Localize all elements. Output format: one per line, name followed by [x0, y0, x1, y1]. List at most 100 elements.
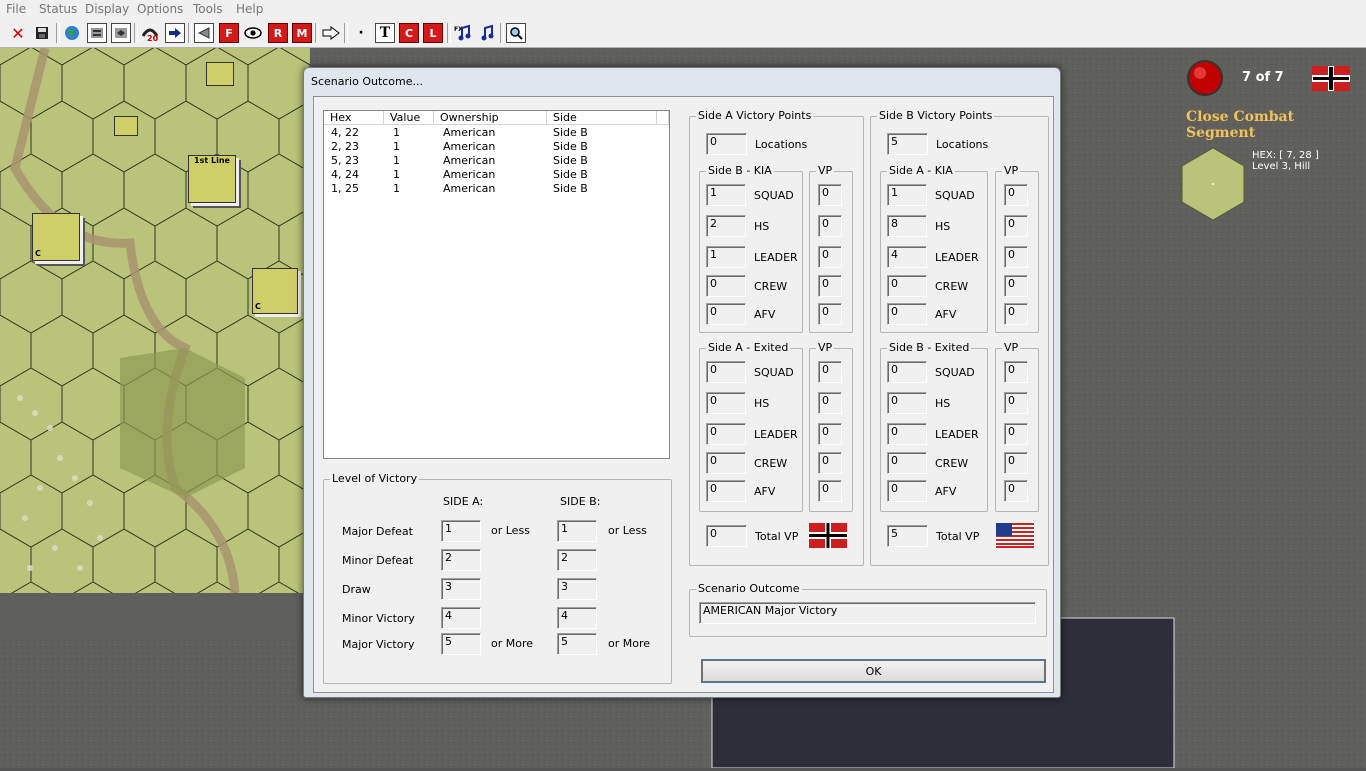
column-header-value[interactable]: Value [384, 111, 434, 125]
menu-file[interactable]: File [6, 2, 26, 16]
side-b-exited-count-field[interactable]: 0 [887, 480, 927, 502]
hex-ownership-list[interactable]: Hex Value Ownership Side 4, 22 1 American S… [323, 110, 670, 459]
unit-counter-infantry[interactable]: C [252, 268, 298, 314]
side-b-locations-field[interactable]: 5 [887, 133, 928, 155]
side-b-total-vp-field[interactable]: 5 [887, 525, 928, 547]
forward-arrow-icon[interactable] [321, 23, 341, 43]
side-b-kia-vp-field[interactable]: 0 [1004, 275, 1028, 297]
unit-counter-foxhole[interactable] [206, 62, 234, 86]
side-a-exited-count-field[interactable]: 0 [706, 480, 746, 502]
toolbar-r-button[interactable]: R [268, 23, 288, 43]
music-icon[interactable] [477, 23, 497, 43]
side-b-kia-count-field[interactable]: 0 [887, 303, 927, 325]
side-b-exited-count-field[interactable]: 0 [887, 361, 927, 383]
side-b-kia-count-field[interactable]: 0 [887, 275, 927, 297]
menu-options[interactable]: Options [137, 2, 183, 16]
list-item[interactable]: 4, 24 1 American Side B [324, 168, 664, 182]
side-a-kia-count-field[interactable]: 1 [706, 184, 746, 206]
side-b-exited-count-field[interactable]: 0 [887, 452, 927, 474]
side-b-kia-count-field[interactable]: 4 [887, 246, 927, 268]
column-header-side[interactable]: Side [547, 111, 657, 125]
side-b-kia-vp-field[interactable]: 0 [1004, 303, 1028, 325]
list-item[interactable]: 5, 23 1 American Side B [324, 154, 664, 168]
side-a-kia-count-field[interactable]: 1 [706, 246, 746, 268]
toolbar-t-button[interactable]: T [375, 23, 395, 43]
eye-icon[interactable] [243, 23, 263, 43]
side-a-kia-count-field[interactable]: 2 [706, 215, 746, 237]
menu-help[interactable]: Help [236, 2, 263, 16]
side-b-kia-vp-field[interactable]: 0 [1004, 246, 1028, 268]
side-b-exited-vp-field[interactable]: 0 [1004, 423, 1028, 445]
side-a-threshold-field[interactable]: 2 [441, 549, 481, 571]
toolbar-m-button[interactable]: M [292, 23, 312, 43]
list-item[interactable]: 2, 23 1 American Side B [324, 140, 664, 154]
side-b-exited-vp-field[interactable]: 0 [1004, 480, 1028, 502]
next-arrow-icon[interactable] [165, 23, 185, 43]
save-icon[interactable] [32, 23, 52, 43]
side-b-kia-count-field[interactable]: 1 [887, 184, 927, 206]
side-a-kia-vp-field[interactable]: 0 [818, 303, 842, 325]
column-header-ownership[interactable]: Ownership [434, 111, 547, 125]
unit-counter-stack[interactable]: C [32, 213, 80, 261]
menu-display[interactable]: Display [85, 2, 129, 16]
side-a-threshold-field[interactable]: 5 [441, 633, 481, 655]
side-b-kia-label: SQUAD [935, 189, 975, 202]
list-item[interactable]: 4, 22 1 American Side B [324, 126, 664, 140]
side-a-total-vp-field[interactable]: 0 [706, 525, 747, 547]
side-a-exited-vp-field[interactable]: 0 [818, 423, 842, 445]
side-b-exited-vp-title: VP [1002, 341, 1021, 354]
reinforce-icon[interactable]: 20 [140, 23, 160, 43]
side-b-kia-vp-field[interactable]: 0 [1004, 184, 1028, 206]
side-b-exited-vp-field[interactable]: 0 [1004, 452, 1028, 474]
side-a-locations-field[interactable]: 0 [706, 133, 747, 155]
side-b-victory-points-group: Side B Victory Points 5 Locations Side A… [870, 109, 1049, 566]
scenario-outcome-field[interactable]: AMERICAN Major Victory [699, 602, 1036, 624]
side-b-exited-vp-field[interactable]: 0 [1004, 361, 1028, 383]
side-a-exited-vp-field[interactable]: 0 [818, 452, 842, 474]
side-b-exited-count-field[interactable]: 0 [887, 423, 927, 445]
side-a-exited-count-field[interactable]: 0 [706, 452, 746, 474]
side-b-kia-count-field[interactable]: 8 [887, 215, 927, 237]
side-a-kia-vp-field[interactable]: 0 [818, 275, 842, 297]
unit-counter-entrenchment[interactable] [114, 116, 138, 136]
counters-icon[interactable] [87, 23, 107, 43]
side-b-exited-vp-field[interactable]: 0 [1004, 392, 1028, 414]
side-b-threshold-field[interactable]: 5 [557, 633, 597, 655]
side-b-threshold-field[interactable]: 3 [557, 578, 597, 600]
side-a-exited-vp-field[interactable]: 0 [818, 480, 842, 502]
globe-icon[interactable] [62, 23, 82, 43]
side-b-threshold-field[interactable]: 4 [557, 607, 597, 629]
side-a-exited-count-field[interactable]: 0 [706, 361, 746, 383]
side-b-threshold-field[interactable]: 2 [557, 549, 597, 571]
side-b-threshold-field[interactable]: 1 [557, 520, 597, 542]
side-a-kia-vp-field[interactable]: 0 [818, 184, 842, 206]
menu-tools[interactable]: Tools [193, 2, 223, 16]
stack-icon[interactable] [111, 23, 131, 43]
zoom-icon[interactable] [506, 23, 526, 43]
side-b-kia-vp-field[interactable]: 0 [1004, 215, 1028, 237]
menu-status[interactable]: Status [39, 2, 77, 16]
side-a-threshold-field[interactable]: 3 [441, 578, 481, 600]
toolbar-c-button[interactable]: C [399, 23, 419, 43]
side-a-threshold-field[interactable]: 1 [441, 520, 481, 542]
unit-counter-1st-line[interactable]: 1st Line [188, 155, 236, 203]
side-a-exited-vp-field[interactable]: 0 [818, 361, 842, 383]
side-a-kia-vp-field[interactable]: 0 [818, 246, 842, 268]
side-a-exited-vp-field[interactable]: 0 [818, 392, 842, 414]
close-icon[interactable]: ✕ [8, 23, 28, 43]
side-b-exited-count-field[interactable]: 0 [887, 392, 927, 414]
ok-button[interactable]: OK [701, 659, 1046, 683]
side-a-kia-count-field[interactable]: 0 [706, 275, 746, 297]
fx-music-icon[interactable]: FX [453, 23, 473, 43]
side-a-kia-vp-field[interactable]: 0 [818, 215, 842, 237]
side-a-exited-count-field[interactable]: 0 [706, 392, 746, 414]
side-a-exited-count-field[interactable]: 0 [706, 423, 746, 445]
toolbar-dot-button[interactable]: · [351, 23, 371, 43]
side-a-kia-count-field[interactable]: 0 [706, 303, 746, 325]
column-header-hex[interactable]: Hex [324, 111, 384, 125]
back-triangle-icon[interactable] [194, 23, 214, 43]
toolbar-f-button[interactable]: F [219, 23, 239, 43]
toolbar-l-button[interactable]: L [423, 23, 443, 43]
list-item[interactable]: 1, 25 1 American Side B [324, 182, 664, 196]
side-a-threshold-field[interactable]: 4 [441, 607, 481, 629]
